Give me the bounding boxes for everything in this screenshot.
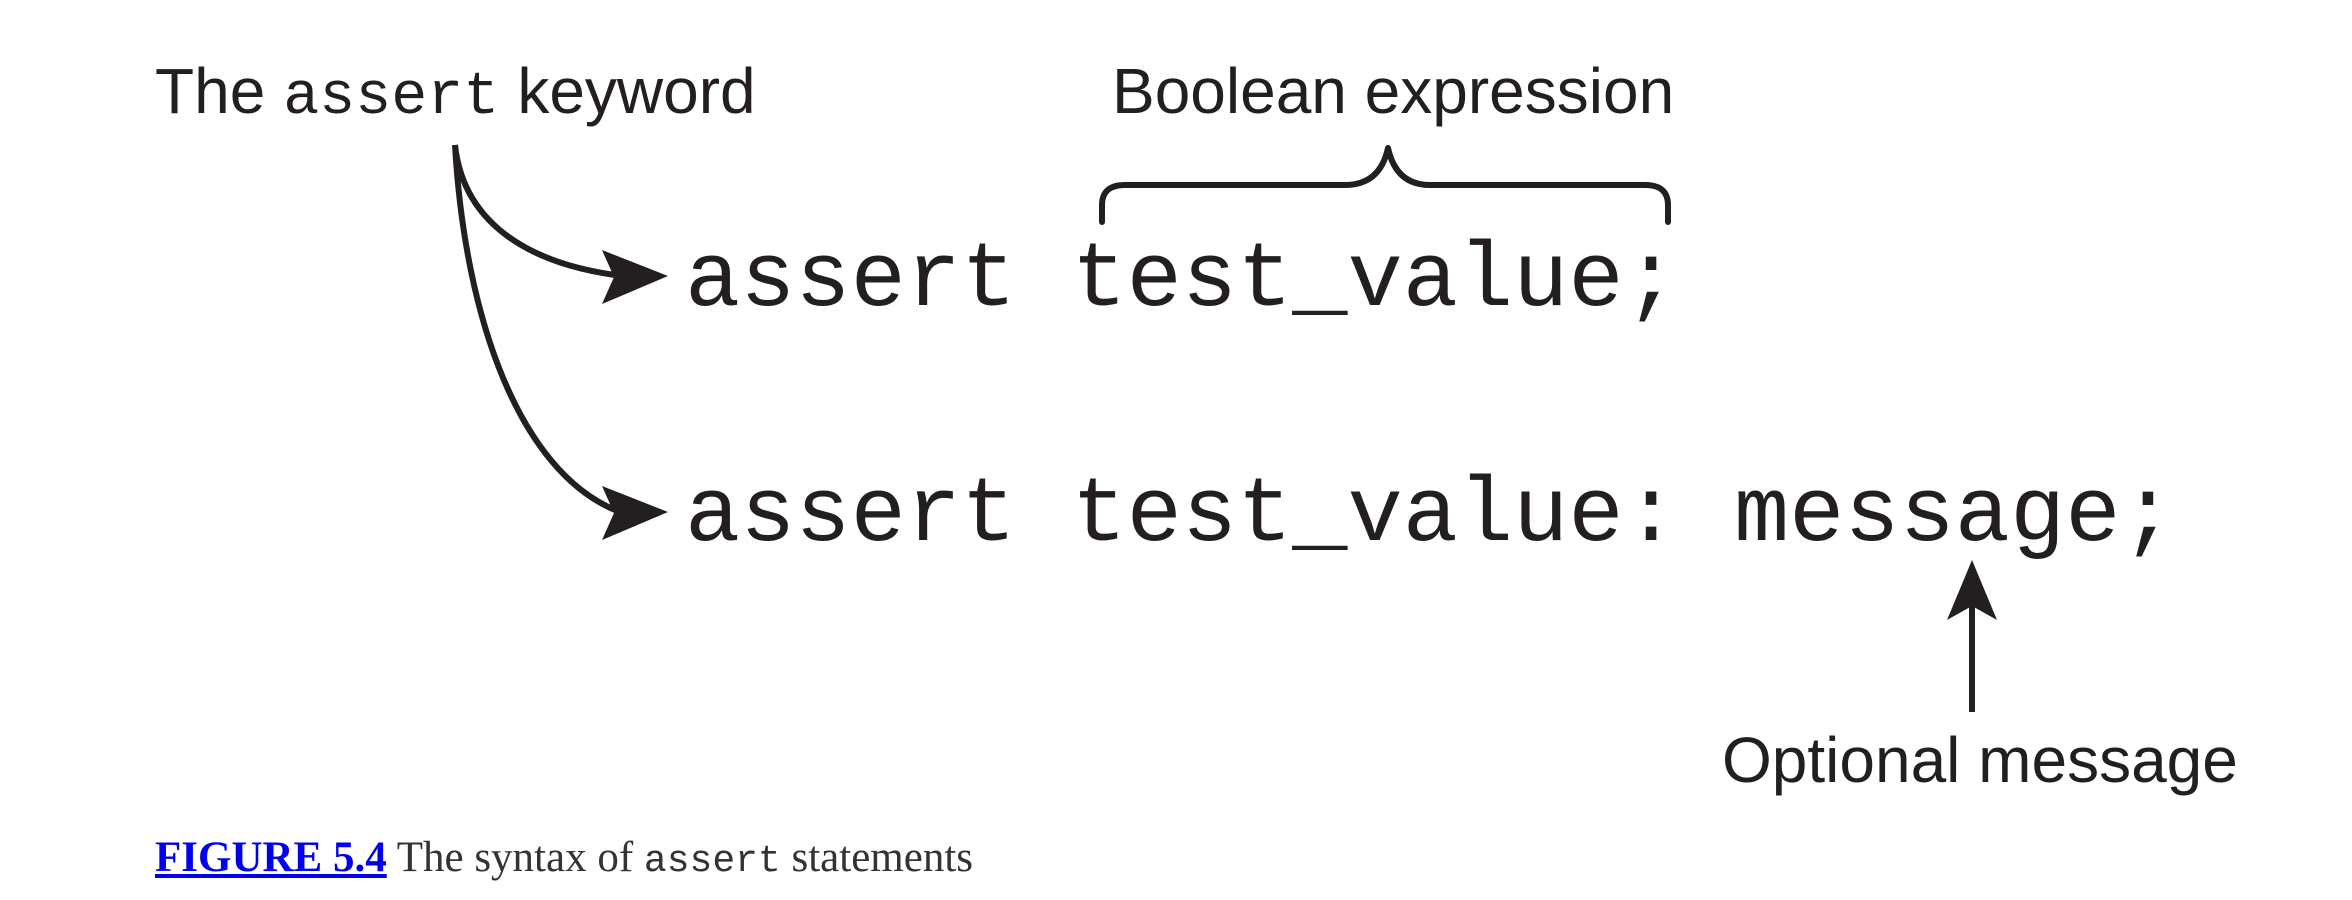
arrowhead-2-icon [602,486,668,540]
code-line-2: assert test_value: message; [685,463,2176,568]
assert-keyword-label: The assert keyword [155,55,756,132]
assert-syntax-diagram: The assert keyword Boolean expression as… [155,55,2238,796]
arrow-curve-1 [452,144,616,278]
label-keyword: keyword [517,55,755,127]
caption-code: assert [643,840,781,883]
boolean-expression-label: Boolean expression [1112,55,1674,127]
label-assert-code: assert [283,64,499,132]
figure-caption: FIGURE 5.4 The syntax of assert statemen… [155,836,973,881]
curly-brace [1099,145,1671,225]
optional-message-label: Optional message [1722,724,2238,796]
caption-text-after: statements [791,834,973,881]
arrow-curve-2 [452,144,617,513]
caption-text-before: The syntax of [396,834,634,881]
figure-link[interactable]: FIGURE 5.4 [155,834,387,881]
code-line-1: assert test_value; [685,228,1679,333]
label-the: The [155,55,265,127]
